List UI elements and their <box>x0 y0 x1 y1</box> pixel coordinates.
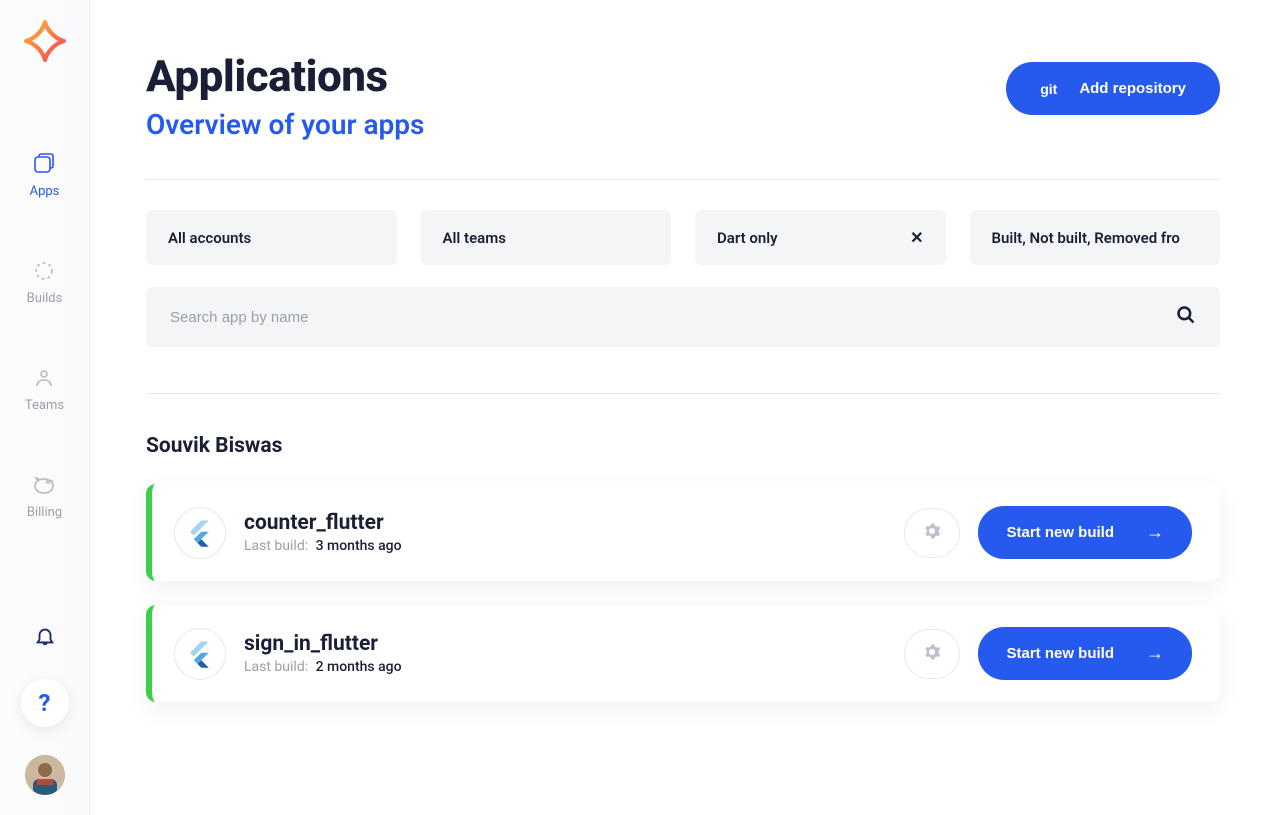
flutter-icon <box>174 507 226 559</box>
help-icon: ? <box>39 689 51 717</box>
filter-label: All teams <box>443 229 506 247</box>
filter-label: Built, Not built, Removed fro <box>992 229 1180 247</box>
settings-button[interactable] <box>904 508 960 558</box>
app-card: sign_in_flutter Last build: 2 months ago… <box>146 605 1220 702</box>
sidebar-item-apps[interactable]: Apps <box>30 152 60 199</box>
sidebar-item-label: Billing <box>27 505 62 520</box>
filter-status[interactable]: Built, Not built, Removed fro <box>970 210 1221 265</box>
filter-accounts[interactable]: All accounts <box>146 210 397 265</box>
builds-icon <box>32 259 56 283</box>
logo <box>24 20 66 62</box>
sidebar-item-teams[interactable]: Teams <box>25 366 64 413</box>
main: Applications Overview of your apps git A… <box>90 0 1280 815</box>
gear-icon <box>923 643 941 664</box>
sidebar: Apps Builds Teams Billing ? <box>0 0 90 815</box>
flutter-icon <box>174 628 226 680</box>
last-build-label: Last build: <box>244 659 308 675</box>
app-card: counter_flutter Last build: 3 months ago… <box>146 484 1220 581</box>
sidebar-item-builds[interactable]: Builds <box>27 259 63 306</box>
owner-name: Souvik Biswas <box>146 434 1220 458</box>
search-input[interactable] <box>170 309 1176 326</box>
git-icon: git <box>1040 81 1057 97</box>
gear-icon <box>923 522 941 543</box>
start-build-label: Start new build <box>1006 645 1114 662</box>
last-build-when: 3 months ago <box>316 538 402 554</box>
teams-icon <box>32 366 56 390</box>
sidebar-bottom: ? <box>21 625 69 815</box>
search-icon[interactable] <box>1176 305 1196 329</box>
settings-button[interactable] <box>904 629 960 679</box>
divider <box>146 179 1220 180</box>
notifications-icon[interactable] <box>34 625 56 651</box>
avatar[interactable] <box>25 755 65 795</box>
divider <box>146 393 1220 394</box>
sidebar-item-billing[interactable]: Billing <box>27 473 62 520</box>
help-button[interactable]: ? <box>21 679 69 727</box>
nav: Apps Builds Teams Billing <box>25 152 64 625</box>
search-box <box>146 287 1220 347</box>
start-build-button[interactable]: Start new build → <box>978 506 1192 559</box>
arrow-right-icon: → <box>1146 522 1164 543</box>
close-icon[interactable]: ✕ <box>910 228 923 247</box>
page-title: Applications <box>146 50 424 102</box>
start-build-label: Start new build <box>1006 524 1114 541</box>
arrow-right-icon: → <box>1146 643 1164 664</box>
sidebar-item-label: Teams <box>25 398 64 413</box>
add-repository-button[interactable]: git Add repository <box>1006 62 1220 115</box>
add-repository-label: Add repository <box>1079 80 1186 97</box>
filter-platform[interactable]: Dart only ✕ <box>695 210 946 265</box>
header: Applications Overview of your apps git A… <box>146 50 1220 141</box>
start-build-button[interactable]: Start new build → <box>978 627 1192 680</box>
apps-icon <box>32 152 56 176</box>
filter-label: Dart only <box>717 229 778 247</box>
filter-teams[interactable]: All teams <box>421 210 672 265</box>
app-meta: Last build: 2 months ago <box>244 659 904 675</box>
last-build-when: 2 months ago <box>316 659 402 675</box>
billing-icon <box>32 473 56 497</box>
app-name: sign_in_flutter <box>244 632 904 656</box>
sidebar-item-label: Apps <box>30 184 60 199</box>
filter-row: All accounts All teams Dart only ✕ Built… <box>146 210 1220 265</box>
page-subtitle: Overview of your apps <box>146 108 424 141</box>
filter-label: All accounts <box>168 229 251 247</box>
app-name: counter_flutter <box>244 511 904 535</box>
app-meta: Last build: 3 months ago <box>244 538 904 554</box>
sidebar-item-label: Builds <box>27 291 63 306</box>
last-build-label: Last build: <box>244 538 308 554</box>
